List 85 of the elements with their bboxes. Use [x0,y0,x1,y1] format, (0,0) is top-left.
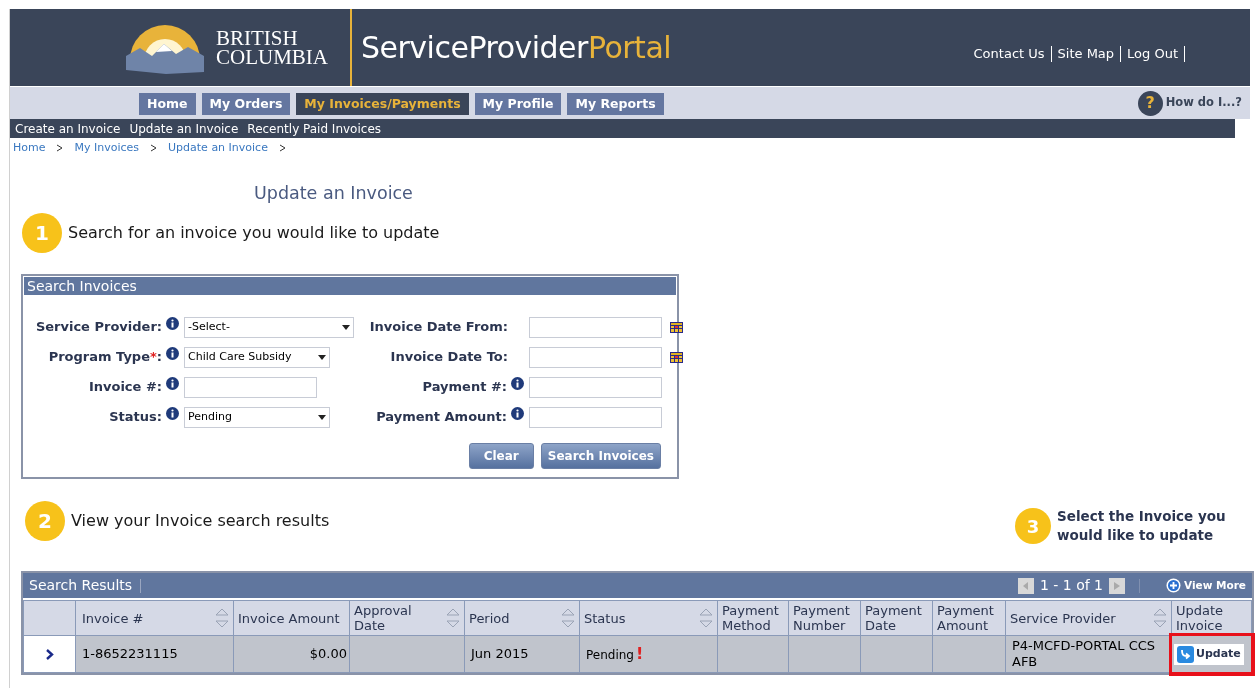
breadcrumb-link[interactable]: My Invoices [74,139,140,157]
column-header[interactable]: Status [579,600,718,636]
column-header[interactable]: Payment Method [717,600,789,636]
next-page-button[interactable] [1109,577,1125,594]
caret-icon [318,354,326,360]
sort-icon[interactable] [699,606,713,630]
portal-title: ServiceProviderPortal [361,29,672,67]
calendar-icon[interactable] [670,321,683,333]
field-label: Status: [109,408,162,427]
chevron-icon [150,144,158,152]
input-field[interactable] [529,316,662,338]
column-header[interactable]: Period [464,600,580,636]
column-header[interactable]: Approval Date [349,600,465,636]
chevron-icon [278,144,286,152]
column-header[interactable]: Payment Number [788,600,861,636]
field-label: Invoice #: [88,378,162,397]
nav-tab[interactable]: My Invoices/Payments [296,93,469,115]
caret-icon [342,324,350,330]
pager-text: 1 - 1 of 1 [1039,576,1103,595]
caret-icon [318,414,326,420]
input-field[interactable] [529,376,662,398]
warning-mark: ! [636,643,644,663]
page-title: Update an Invoice [254,183,413,203]
calendar-icon[interactable] [670,351,683,363]
nav-tab[interactable]: Home [139,93,196,115]
view-more-link[interactable]: View More [1166,577,1246,594]
input-field[interactable] [529,406,662,428]
field-label: Invoice Date From: [369,318,508,337]
nav-tab[interactable]: My Profile [474,93,562,115]
subnav-link[interactable]: Create an Invoice [15,119,121,138]
chevron-icon [56,144,64,152]
header-link[interactable]: Contact Us [967,43,1051,64]
update-button[interactable]: Update [1174,643,1244,665]
column-header[interactable]: Invoice # [75,600,234,636]
field-label: Payment #: [422,378,507,397]
step-text: View your Invoice search results [71,510,330,532]
logo-text: COLUMBIA [216,47,328,67]
select-field[interactable]: Pending [184,406,330,428]
help-icon[interactable]: ? [1137,90,1163,116]
header-link[interactable]: Site Map [1051,43,1121,64]
header-link[interactable]: Log Out [1121,43,1184,64]
panel-title: Search Results [29,576,133,595]
panel-header: Search Invoices [23,276,677,296]
field-label: Program Type*: [48,348,162,367]
help-link[interactable]: How do I...? [1165,94,1242,112]
field-label: Payment Amount: [376,408,507,427]
breadcrumb-link[interactable]: Home [13,139,46,157]
select-field[interactable]: Child Care Subsidy [184,346,330,368]
left-triangle-icon [1022,581,1029,590]
previous-page-button[interactable] [1017,577,1034,594]
nav-tab[interactable]: My Reports [567,93,664,115]
column-header[interactable]: Invoice Amount [233,600,350,636]
table-cell: $0.00 [233,635,350,673]
sort-icon[interactable] [561,606,575,630]
select-field[interactable]: -Select- [184,316,354,338]
step-number: 1 [22,213,62,253]
sort-icon[interactable] [446,606,460,630]
breadcrumb-link[interactable]: Update an Invoice [168,139,268,157]
sort-icon[interactable] [215,606,229,630]
step-text: Select the Invoice you would like to update [1057,507,1227,545]
column-header[interactable]: Payment Amount [932,600,1006,636]
logo-text: BRITISH [216,28,299,48]
sort-icon[interactable] [1153,606,1167,630]
step-number: 2 [25,501,65,541]
form-button[interactable]: Clear [468,443,534,469]
table-cell: Pending! [579,635,718,673]
input-field[interactable] [529,346,662,368]
right-triangle-icon [1114,581,1120,590]
expand-chevron-icon[interactable] [45,649,54,661]
table-cell: 1-8652231115 [75,635,234,673]
column-header[interactable]: Service Provider [1005,600,1172,636]
plus-icon [1166,578,1181,593]
subnav-link[interactable]: Recently Paid Invoices [247,119,382,138]
input-field[interactable] [184,376,317,398]
table-cell [717,635,789,673]
field-label: Service Provider: [35,318,162,337]
column-header[interactable]: Payment Date [860,600,933,636]
step-text: Search for an invoice you would like to update [68,222,440,244]
nav-tab[interactable]: My Orders [201,93,291,115]
table-cell: Jun 2015 [464,635,580,673]
column-header[interactable]: Update Invoice [1171,600,1252,636]
subnav-link[interactable]: Update an Invoice [129,119,239,138]
field-label: Invoice Date To: [390,348,508,367]
step-number: 3 [1015,508,1051,544]
form-button[interactable]: Search Invoices [540,443,661,469]
